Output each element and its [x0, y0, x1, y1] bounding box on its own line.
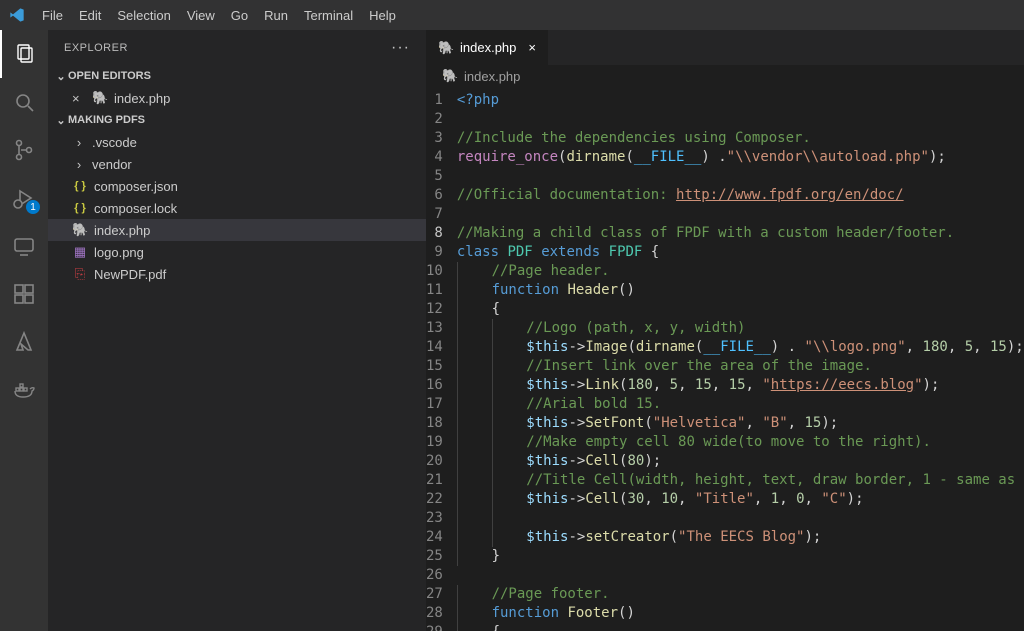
chevron-down-icon: ⌄ [54, 114, 68, 127]
tree-item-label: composer.json [94, 179, 178, 194]
php-icon: 🐘 [72, 222, 88, 238]
tab-label: index.php [460, 40, 516, 55]
breadcrumb-label: index.php [464, 69, 520, 84]
chevron-right-icon: › [72, 135, 86, 150]
menu-item-selection[interactable]: Selection [109, 0, 178, 30]
editor-area: 🐘 index.php × 🐘 index.php 12345678910111… [426, 30, 1024, 631]
activity-source-control-icon[interactable] [0, 126, 48, 174]
tree-item-label: composer.lock [94, 201, 177, 216]
json-icon: { } [72, 180, 88, 192]
tree-item-composer-lock[interactable]: { } composer.lock [48, 197, 426, 219]
activity-debug-icon[interactable]: 1 [0, 174, 48, 222]
tree-item-index-php[interactable]: 🐘 index.php [48, 219, 426, 241]
activity-search-icon[interactable] [0, 78, 48, 126]
image-icon: ▦ [72, 244, 88, 260]
menu-item-help[interactable]: Help [361, 0, 404, 30]
tree-item-label: vendor [92, 157, 132, 172]
activity-bar: 1 [0, 30, 48, 631]
tree-item-label: .vscode [92, 135, 137, 150]
chevron-down-icon: ⌄ [54, 70, 68, 83]
tree-item-NewPDF-pdf[interactable]: ⎘ NewPDF.pdf [48, 263, 426, 285]
tree-item-vendor[interactable]: › vendor [48, 153, 426, 175]
menu-item-go[interactable]: Go [223, 0, 256, 30]
menu-item-view[interactable]: View [179, 0, 223, 30]
pdf-icon: ⎘ [72, 266, 88, 282]
sidebar-title-label: EXPLORER [64, 42, 128, 54]
activity-docker-icon[interactable] [0, 366, 48, 414]
json-icon: { } [72, 202, 88, 214]
menu-item-edit[interactable]: Edit [71, 0, 109, 30]
workspace-section[interactable]: ⌄ MAKING PDFS [48, 109, 426, 131]
tree-item-label: index.php [94, 223, 150, 238]
activity-extensions-icon[interactable] [0, 270, 48, 318]
more-icon[interactable]: ··· [391, 39, 410, 57]
workspace-label: MAKING PDFS [68, 114, 145, 126]
tree-item-label: logo.png [94, 245, 144, 260]
menu-item-run[interactable]: Run [256, 0, 296, 30]
activity-remote-icon[interactable] [0, 222, 48, 270]
open-editor-label: index.php [114, 91, 170, 106]
menu-item-terminal[interactable]: Terminal [296, 0, 361, 30]
editor-tabs: 🐘 index.php × [426, 30, 1024, 65]
open-editors-section[interactable]: ⌄ OPEN EDITORS [48, 65, 426, 87]
open-editor-item[interactable]: × 🐘 index.php [48, 87, 426, 109]
php-icon: 🐘 [92, 90, 108, 106]
close-icon[interactable]: × [528, 40, 536, 55]
tree-item--vscode[interactable]: › .vscode [48, 131, 426, 153]
open-editors-label: OPEN EDITORS [68, 70, 151, 82]
debug-badge: 1 [26, 200, 40, 214]
php-icon: 🐘 [438, 40, 454, 56]
tree-item-logo-png[interactable]: ▦ logo.png [48, 241, 426, 263]
breadcrumb[interactable]: 🐘 index.php [426, 65, 1024, 87]
tab-index-php[interactable]: 🐘 index.php × [426, 30, 549, 65]
chevron-right-icon: › [72, 157, 86, 172]
close-icon[interactable]: × [72, 91, 86, 106]
code-content[interactable]: <?php//Include the dependencies using Co… [457, 87, 1024, 631]
vscode-logo-icon [0, 7, 34, 23]
code-editor[interactable]: 1234567891011121314151617181920212223242… [426, 87, 1024, 631]
explorer-sidebar: EXPLORER ··· ⌄ OPEN EDITORS ×🐘index.php … [48, 30, 426, 631]
menu-bar: FileEditSelectionViewGoRunTerminalHelp [0, 0, 1024, 30]
tree-item-composer-json[interactable]: { } composer.json [48, 175, 426, 197]
activity-explorer-icon[interactable] [0, 30, 48, 78]
menu-item-file[interactable]: File [34, 0, 71, 30]
sidebar-title: EXPLORER ··· [48, 30, 426, 65]
line-number-gutter: 1234567891011121314151617181920212223242… [426, 87, 457, 631]
activity-azure-icon[interactable] [0, 318, 48, 366]
php-icon: 🐘 [442, 68, 458, 84]
tree-item-label: NewPDF.pdf [94, 267, 166, 282]
